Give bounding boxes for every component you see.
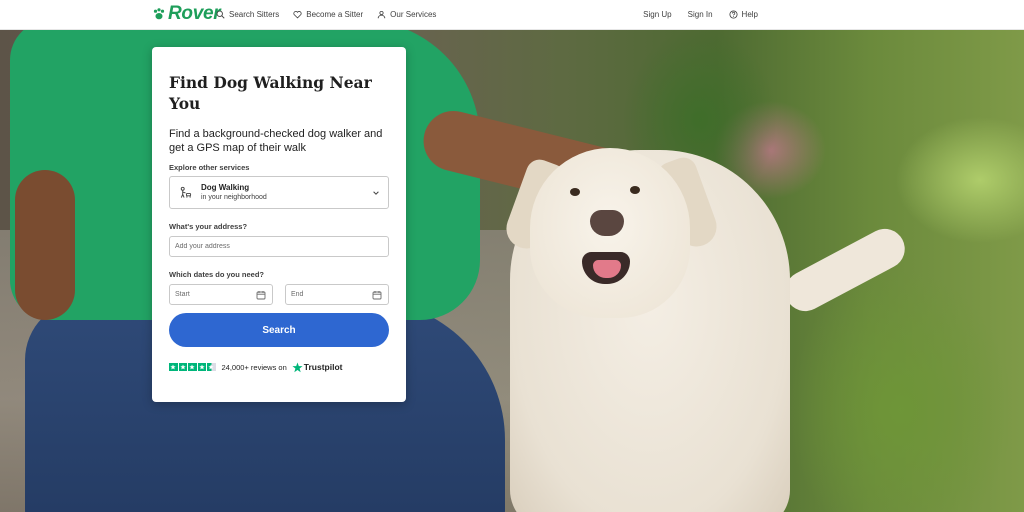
rover-logo[interactable]: Rover: [152, 3, 221, 25]
card-title: Find Dog Walking Near You: [169, 73, 372, 113]
sign-up-link[interactable]: Sign Up: [643, 10, 671, 19]
service-dropdown[interactable]: Dog Walking in your neighborhood: [169, 176, 389, 209]
primary-nav: Search Sitters Become a Sitter Our Servi…: [216, 0, 436, 28]
search-icon: [216, 10, 225, 19]
service-description: in your neighborhood: [201, 194, 267, 201]
hero-dog-tail: [778, 221, 912, 319]
hero-dog-eye-left: [570, 188, 580, 196]
nav-become-sitter[interactable]: Become a Sitter: [293, 10, 363, 19]
services-icon: [377, 10, 386, 18]
rating-star: [188, 362, 197, 372]
reviews-row: 24,000+ reviews on Trustpilot: [169, 361, 343, 373]
sign-in-link[interactable]: Sign In: [688, 10, 713, 19]
logo-text: Rover: [168, 3, 221, 24]
address-input[interactable]: [169, 236, 389, 257]
rating-star: [169, 362, 178, 372]
service-text: Dog Walking in your neighborhood: [201, 183, 267, 202]
hero-person-arm-left: [15, 170, 75, 320]
trustpilot-star-icon: [292, 362, 303, 372]
paw-icon: [153, 8, 165, 20]
rating-star-half: [207, 362, 216, 372]
heart-icon: [293, 10, 302, 18]
hero-dog-nose: [590, 210, 624, 236]
help-link[interactable]: Help: [729, 10, 758, 19]
end-date-field[interactable]: End: [285, 284, 389, 305]
trustpilot-rating-stars: [169, 362, 216, 372]
account-nav: Sign Up Sign In Help: [643, 0, 758, 28]
reviews-count-text: 24,000+ reviews on: [221, 362, 287, 372]
help-circle-icon: [729, 9, 738, 19]
calendar-icon: [372, 291, 382, 300]
nav-our-services[interactable]: Our Services: [377, 10, 436, 19]
services-label: Explore other services: [169, 163, 250, 172]
search-card: Find Dog Walking Near You Find a backgro…: [152, 47, 406, 402]
trustpilot-label: Trustpilot: [303, 362, 343, 372]
rating-star: [197, 362, 206, 372]
nav-search-sitters[interactable]: Search Sitters: [216, 10, 279, 19]
dog-walking-icon: [180, 186, 192, 198]
nav-become-sitter-label: Become a Sitter: [306, 9, 364, 19]
start-date-placeholder: Start: [175, 291, 190, 298]
top-navigation: Rover Search Sitters Become a Sitter Our…: [0, 0, 1024, 30]
calendar-icon: [256, 291, 266, 300]
end-date-placeholder: End: [291, 291, 304, 298]
trustpilot-logo[interactable]: Trustpilot: [292, 362, 343, 373]
rating-star: [178, 362, 187, 372]
chevron-down-icon: [373, 191, 379, 195]
service-name: Dog Walking: [201, 183, 250, 192]
help-label: Help: [741, 9, 758, 19]
address-label: What's your address?: [169, 222, 248, 231]
nav-our-services-label: Our Services: [390, 9, 437, 19]
search-button[interactable]: Search: [169, 313, 389, 347]
card-subtitle: Find a background-checked dog walker and…: [169, 128, 383, 154]
hero-dog-eye-right: [630, 186, 640, 194]
dates-label: Which dates do you need?: [169, 270, 265, 279]
nav-search-sitters-label: Search Sitters: [229, 9, 280, 19]
start-date-field[interactable]: Start: [169, 284, 273, 305]
